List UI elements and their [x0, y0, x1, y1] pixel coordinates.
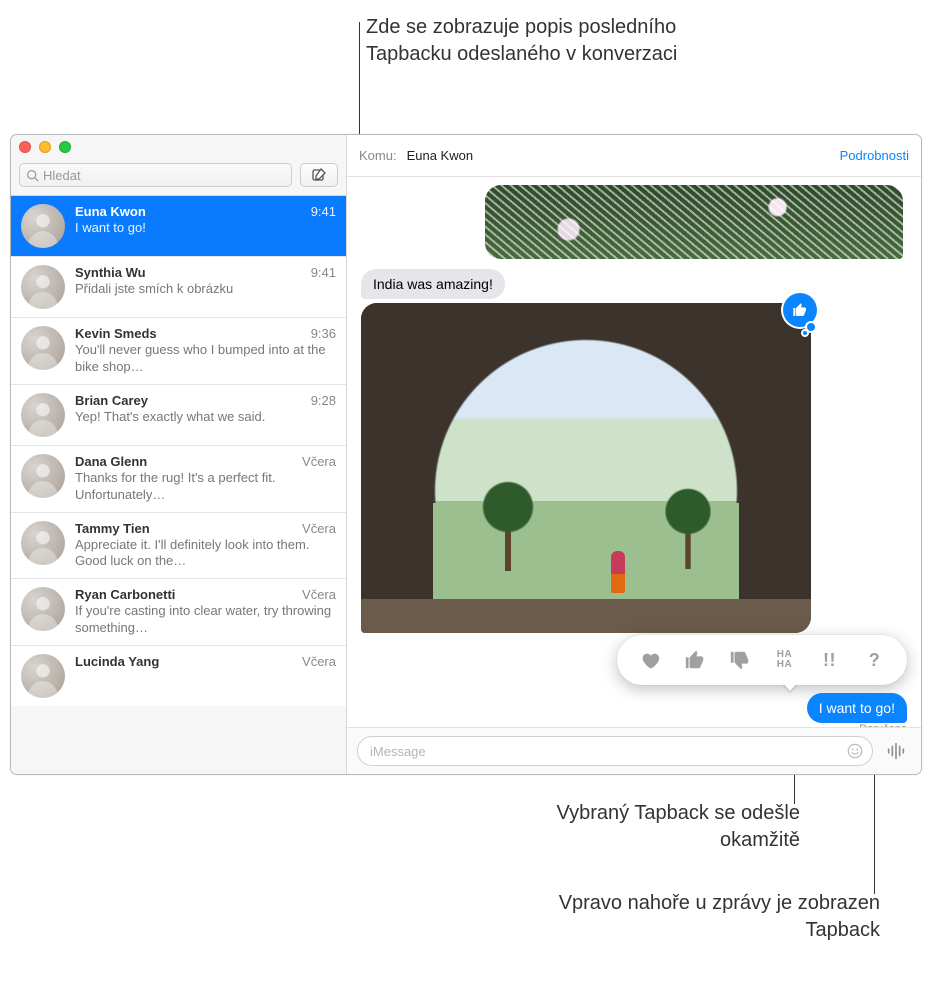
recipient-name[interactable]: Euna Kwon	[407, 148, 474, 163]
tapback-palette: HAHA !! ?	[617, 635, 907, 685]
conversation-item-synthia-wu[interactable]: Synthia Wu 9:41 Přidali jste smích k obr…	[11, 257, 346, 318]
titlebar	[11, 135, 346, 155]
conversation-list: Euna Kwon 9:41 I want to go! Synthia Wu …	[11, 195, 346, 774]
question-icon: ?	[869, 650, 881, 671]
conversation-snippet: Yep! That's exactly what we said.	[75, 409, 336, 426]
haha-icon: HAHA	[777, 650, 792, 670]
conversation-snippet: Appreciate it. I'll definitely look into…	[75, 537, 336, 571]
conversation-item-ryan-carbonetti[interactable]: Ryan Carbonetti Včera If you're casting …	[11, 579, 346, 646]
tapback-question-button[interactable]: ?	[860, 645, 890, 675]
thumbs-up-icon	[684, 649, 706, 671]
tapback-thumbs-up-button[interactable]	[680, 645, 710, 675]
conversation-time: 9:41	[311, 265, 336, 280]
messages-window: Hledat Euna Kwon 9:41 I want to go!	[10, 134, 922, 775]
conversation-snippet: Thanks for the rug! It's a perfect fit. …	[75, 470, 336, 504]
audio-record-button[interactable]	[881, 736, 911, 766]
conversation-time: Včera	[302, 654, 336, 669]
conversation-header: Komu: Euna Kwon Podrobnosti	[347, 135, 921, 177]
search-icon	[26, 169, 39, 182]
incoming-text-message[interactable]: India was amazing!	[361, 269, 505, 299]
emoji-icon[interactable]	[846, 742, 864, 760]
search-placeholder: Hledat	[43, 168, 81, 183]
conversation-name: Synthia Wu	[75, 265, 146, 280]
conversation-name: Tammy Tien	[75, 521, 150, 536]
avatar	[21, 326, 65, 370]
avatar	[21, 454, 65, 498]
conversation-time: 9:28	[311, 393, 336, 408]
conversation-snippet: Přidali jste smích k obrázku	[75, 281, 336, 298]
thumbs-up-icon	[792, 302, 808, 318]
incoming-image-message[interactable]	[485, 185, 903, 259]
tapback-exclaim-button[interactable]: !!	[815, 645, 845, 675]
compose-bar: iMessage	[347, 727, 921, 774]
conversation-pane: Komu: Euna Kwon Podrobnosti India was am…	[347, 135, 921, 774]
annotation-mid: Vybraný Tapback se odešle okamžitě	[490, 800, 800, 854]
message-input-placeholder: iMessage	[370, 744, 426, 759]
to-label: Komu:	[359, 148, 397, 163]
outgoing-text-message[interactable]: I want to go!	[807, 693, 907, 723]
close-window-button[interactable]	[19, 141, 31, 153]
conversation-name: Dana Glenn	[75, 454, 147, 469]
sidebar-toolbar: Hledat	[11, 155, 346, 195]
zoom-window-button[interactable]	[59, 141, 71, 153]
conversation-item-kevin-smeds[interactable]: Kevin Smeds 9:36 You'll never guess who …	[11, 318, 346, 385]
compose-button[interactable]	[300, 163, 338, 187]
conversation-time: Včera	[302, 521, 336, 536]
avatar	[21, 393, 65, 437]
annotation-top: Zde se zobrazuje popis posledního Tapbac…	[366, 14, 756, 68]
conversation-snippet: If you're casting into clear water, try …	[75, 603, 336, 637]
details-link[interactable]: Podrobnosti	[840, 148, 909, 163]
avatar	[21, 265, 65, 309]
message-thread[interactable]: India was amazing!	[347, 177, 921, 727]
annotation-bottom: Vpravo nahoře u zprávy je zobrazen Tapba…	[520, 890, 880, 944]
avatar	[21, 204, 65, 248]
conversation-name: Euna Kwon	[75, 204, 146, 219]
conversation-time: 9:41	[311, 204, 336, 219]
tapback-thumbs-down-button[interactable]	[725, 645, 755, 675]
waveform-icon	[885, 740, 907, 762]
conversation-time: 9:36	[311, 326, 336, 341]
conversation-name: Ryan Carbonetti	[75, 587, 175, 602]
conversation-item-dana-glenn[interactable]: Dana Glenn Včera Thanks for the rug! It'…	[11, 446, 346, 513]
avatar	[21, 587, 65, 631]
thumbs-down-icon	[729, 649, 751, 671]
conversation-snippet: You'll never guess who I bumped into at …	[75, 342, 336, 376]
conversation-item-lucinda-yang[interactable]: Lucinda Yang Včera	[11, 646, 346, 706]
conversation-item-brian-carey[interactable]: Brian Carey 9:28 Yep! That's exactly wha…	[11, 385, 346, 446]
exclaim-icon: !!	[823, 650, 836, 671]
compose-icon	[311, 167, 327, 183]
conversation-name: Kevin Smeds	[75, 326, 157, 341]
incoming-image-message-arch[interactable]	[361, 303, 811, 633]
conversation-name: Brian Carey	[75, 393, 148, 408]
search-input[interactable]: Hledat	[19, 163, 292, 187]
tapback-badge-thumbs-up[interactable]	[783, 293, 817, 327]
tapback-haha-button[interactable]: HAHA	[770, 645, 800, 675]
conversation-item-tammy-tien[interactable]: Tammy Tien Včera Appreciate it. I'll def…	[11, 513, 346, 580]
message-input[interactable]: iMessage	[357, 736, 873, 766]
minimize-window-button[interactable]	[39, 141, 51, 153]
tapback-heart-button[interactable]	[635, 645, 665, 675]
heart-icon	[639, 649, 661, 671]
conversation-time: Včera	[302, 454, 336, 469]
conversation-snippet: I want to go!	[75, 220, 336, 237]
conversation-time: Včera	[302, 587, 336, 602]
avatar	[21, 654, 65, 698]
window-controls	[19, 141, 338, 153]
sidebar: Hledat Euna Kwon 9:41 I want to go!	[11, 135, 347, 774]
avatar	[21, 521, 65, 565]
delivered-label: Doručeno	[859, 723, 907, 727]
conversation-item-euna-kwon[interactable]: Euna Kwon 9:41 I want to go!	[11, 196, 346, 257]
conversation-name: Lucinda Yang	[75, 654, 159, 669]
